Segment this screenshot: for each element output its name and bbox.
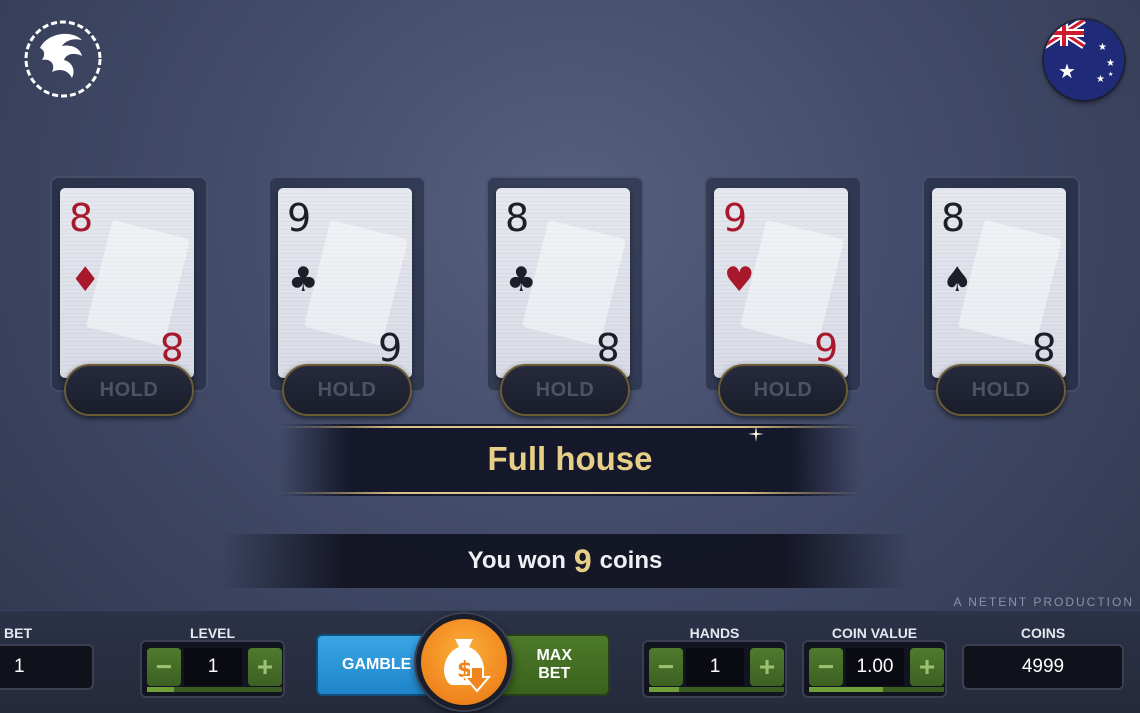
money-bag-icon: $ — [444, 639, 492, 693]
coin-value-label: COIN VALUE — [831, 625, 918, 641]
coin-value-minus-button[interactable]: − — [809, 648, 843, 686]
level-progress-fill — [147, 687, 174, 692]
win-amount: 9 — [573, 542, 592, 579]
bet-value: 1 — [14, 656, 25, 677]
hands-plus-button[interactable]: + — [750, 648, 784, 686]
hold-button-4[interactable]: HOLD — [718, 364, 848, 416]
hold-button-1[interactable]: HOLD — [64, 364, 194, 416]
heart-suit-icon: ♥ — [724, 260, 755, 300]
playing-card[interactable]: 9 ♥ 6 — [714, 188, 848, 378]
card-rank-corner: 8 — [595, 324, 620, 368]
coins-balance-field: 4999 — [962, 644, 1124, 690]
card-rank-corner: 8 — [1031, 324, 1056, 368]
level-plus-button[interactable]: + — [248, 648, 282, 686]
card-slot-3[interactable]: 8 ♣ 8 — [486, 176, 644, 392]
level-minus-button[interactable]: − — [147, 648, 181, 686]
coins-balance-value: 4999 — [1021, 656, 1065, 677]
coins-label: COINS — [1020, 625, 1066, 641]
coin-value-stepper[interactable]: − 1.00 + — [802, 640, 947, 698]
hand-result-title: Full house — [487, 440, 653, 477]
hold-button-3[interactable]: HOLD — [500, 364, 630, 416]
sparkle-icon — [748, 426, 764, 442]
card-rank-corner: 6 — [813, 324, 838, 368]
production-credit: A NETENT PRODUCTION — [953, 595, 1134, 609]
playing-card[interactable]: 8 ♠ 8 — [932, 188, 1066, 378]
playing-card[interactable]: 8 ♣ 8 — [496, 188, 630, 378]
level-progress-track — [147, 687, 282, 692]
club-suit-icon: ♣ — [288, 260, 319, 300]
bet-label: BET — [4, 625, 32, 641]
playing-card[interactable]: 9 ♣ 6 — [278, 188, 412, 378]
card-rank: 8 — [69, 196, 94, 240]
level-value: 1 — [184, 648, 242, 686]
hold-button-2[interactable]: HOLD — [282, 364, 412, 416]
hands-minus-button[interactable]: − — [649, 648, 683, 686]
win-message: You won 9 coins — [220, 534, 910, 588]
card-rank-corner: 6 — [377, 324, 402, 368]
card-slot-5[interactable]: 8 ♠ 8 — [922, 176, 1080, 392]
coin-value-progress-fill — [809, 687, 884, 692]
hands-progress-track — [649, 687, 784, 692]
hold-button-5[interactable]: HOLD — [936, 364, 1066, 416]
card-rank: 8 — [941, 196, 966, 240]
hands-stepper[interactable]: − 1 + — [642, 640, 787, 698]
deal-collect-button[interactable]: $ — [416, 614, 512, 710]
card-slot-4[interactable]: 9 ♥ 6 — [704, 176, 862, 392]
card-row: 8 ♦ 8 9 ♣ 6 8 ♣ 8 9 ♥ 6 8 ♠ 8 HOLD HOLD … — [0, 0, 1140, 430]
hands-label: HANDS — [689, 625, 740, 641]
hands-progress-fill — [649, 687, 679, 692]
card-rank-corner: 8 — [159, 324, 184, 368]
bet-field[interactable]: 1 — [0, 644, 94, 690]
club-suit-icon: ♣ — [506, 260, 537, 300]
coin-value-plus-button[interactable]: + — [910, 648, 944, 686]
level-stepper[interactable]: − 1 + — [140, 640, 285, 698]
diamond-suit-icon: ♦ — [70, 260, 101, 300]
coin-value-progress-track — [809, 687, 944, 692]
result-banner: Full house — [280, 424, 860, 496]
hands-value: 1 — [686, 648, 744, 686]
card-slot-1[interactable]: 8 ♦ 8 — [50, 176, 208, 392]
level-label: LEVEL — [189, 625, 236, 641]
win-prefix: You won — [467, 547, 566, 574]
coin-value-value: 1.00 — [846, 648, 904, 686]
card-rank: 9 — [287, 196, 312, 240]
card-rank: 8 — [505, 196, 530, 240]
playing-card[interactable]: 8 ♦ 8 — [60, 188, 194, 378]
max-bet-label: MAX BET — [536, 647, 572, 682]
card-slot-2[interactable]: 9 ♣ 6 — [268, 176, 426, 392]
spade-suit-icon: ♠ — [942, 260, 973, 300]
card-rank: 9 — [723, 196, 748, 240]
win-suffix: coins — [599, 547, 663, 574]
